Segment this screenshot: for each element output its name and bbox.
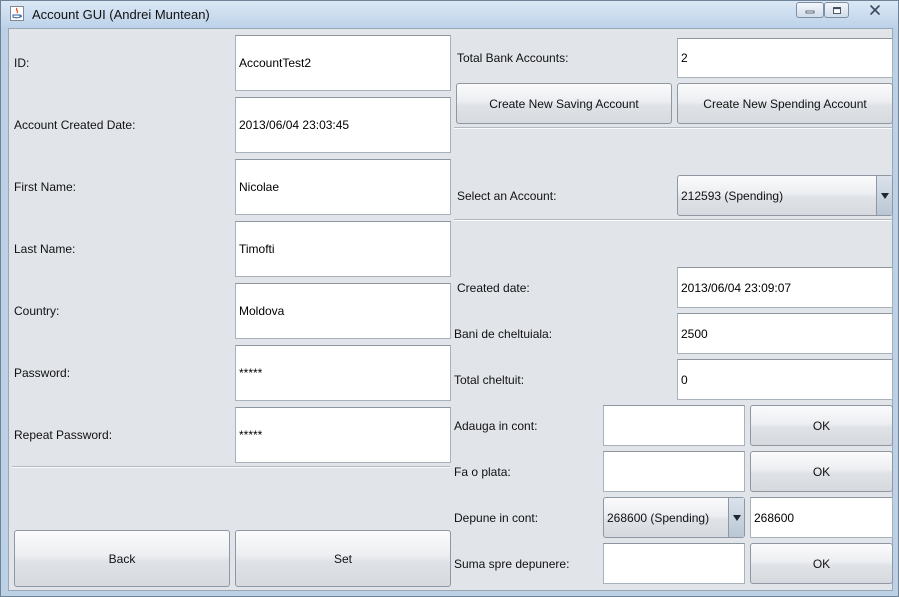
create-saving-account-button[interactable]: Create New Saving Account bbox=[456, 83, 672, 124]
right-separator-top bbox=[454, 127, 892, 129]
account-created-date-label: Account Created Date: bbox=[14, 118, 136, 132]
depune-in-cont-dropdown[interactable]: 268600 (Spending) bbox=[603, 497, 745, 538]
minimize-button[interactable] bbox=[796, 2, 824, 18]
total-bank-accounts-label: Total Bank Accounts: bbox=[457, 51, 569, 65]
fa-o-plata-ok-button[interactable]: OK bbox=[750, 451, 893, 492]
select-account-value: 212593 (Spending) bbox=[681, 188, 784, 203]
repeat-password-label: Repeat Password: bbox=[14, 428, 113, 442]
close-icon bbox=[870, 5, 880, 15]
app-window: Account GUI (Andrei Muntean) ID: Account… bbox=[0, 0, 899, 597]
right-separator-middle bbox=[454, 219, 892, 221]
total-cheltuit-label: Total cheltuit: bbox=[454, 373, 525, 387]
depune-in-cont-label: Depune in cont: bbox=[454, 511, 539, 525]
adauga-in-cont-label: Adauga in cont: bbox=[454, 419, 538, 433]
repeat-password-field[interactable]: ***** bbox=[235, 407, 451, 463]
bani-de-cheltuiala-label: Bani de cheltuiala: bbox=[454, 327, 553, 341]
id-field[interactable]: AccountTest2 bbox=[235, 35, 451, 91]
adauga-ok-button[interactable]: OK bbox=[750, 405, 893, 446]
java-icon bbox=[10, 6, 24, 21]
left-separator bbox=[12, 466, 450, 468]
adauga-in-cont-field[interactable] bbox=[603, 405, 745, 446]
close-button[interactable] bbox=[855, 2, 895, 18]
create-spending-account-button[interactable]: Create New Spending Account bbox=[677, 83, 893, 124]
set-button[interactable]: Set bbox=[235, 530, 451, 587]
created-date-label: Created date: bbox=[457, 281, 530, 295]
select-account-label: Select an Account: bbox=[457, 189, 557, 203]
country-field[interactable]: Moldova bbox=[235, 283, 451, 339]
bani-de-cheltuiala-field[interactable]: 2500 bbox=[677, 313, 893, 354]
depune-in-cont-field[interactable]: 268600 bbox=[750, 497, 893, 538]
created-date-field[interactable]: 2013/06/04 23:09:07 bbox=[677, 267, 893, 308]
fa-o-plata-label: Fa o plata: bbox=[454, 465, 511, 479]
password-label: Password: bbox=[14, 366, 71, 380]
last-name-label: Last Name: bbox=[14, 242, 76, 256]
depune-in-cont-select-value: 268600 (Spending) bbox=[607, 510, 710, 525]
country-label: Country: bbox=[14, 304, 60, 318]
account-created-date-field[interactable]: 2013/06/04 23:03:45 bbox=[235, 97, 451, 153]
fa-o-plata-field[interactable] bbox=[603, 451, 745, 492]
first-name-field[interactable]: Nicolae bbox=[235, 159, 451, 215]
password-field[interactable]: ***** bbox=[235, 345, 451, 401]
suma-spre-depunere-field[interactable] bbox=[603, 543, 745, 584]
title-bar[interactable]: Account GUI (Andrei Muntean) bbox=[1, 1, 898, 28]
account-form-panel: ID: AccountTest2 Account Created Date: 2… bbox=[8, 28, 893, 591]
total-bank-accounts-field[interactable]: 2 bbox=[677, 38, 893, 78]
chevron-down-icon[interactable] bbox=[728, 498, 744, 537]
chevron-down-icon[interactable] bbox=[876, 176, 892, 215]
id-label: ID: bbox=[14, 56, 30, 70]
total-cheltuit-field[interactable]: 0 bbox=[677, 359, 893, 400]
back-button[interactable]: Back bbox=[14, 530, 230, 587]
suma-ok-button[interactable]: OK bbox=[750, 543, 893, 584]
restore-icon bbox=[832, 7, 841, 14]
select-account-dropdown[interactable]: 212593 (Spending) bbox=[677, 175, 893, 216]
suma-spre-depunere-label: Suma spre depunere: bbox=[454, 557, 570, 571]
last-name-field[interactable]: Timofti bbox=[235, 221, 451, 277]
first-name-label: First Name: bbox=[14, 180, 77, 194]
minimize-icon bbox=[805, 10, 815, 14]
maximize-button[interactable] bbox=[824, 2, 849, 18]
window-title: Account GUI (Andrei Muntean) bbox=[32, 7, 210, 22]
